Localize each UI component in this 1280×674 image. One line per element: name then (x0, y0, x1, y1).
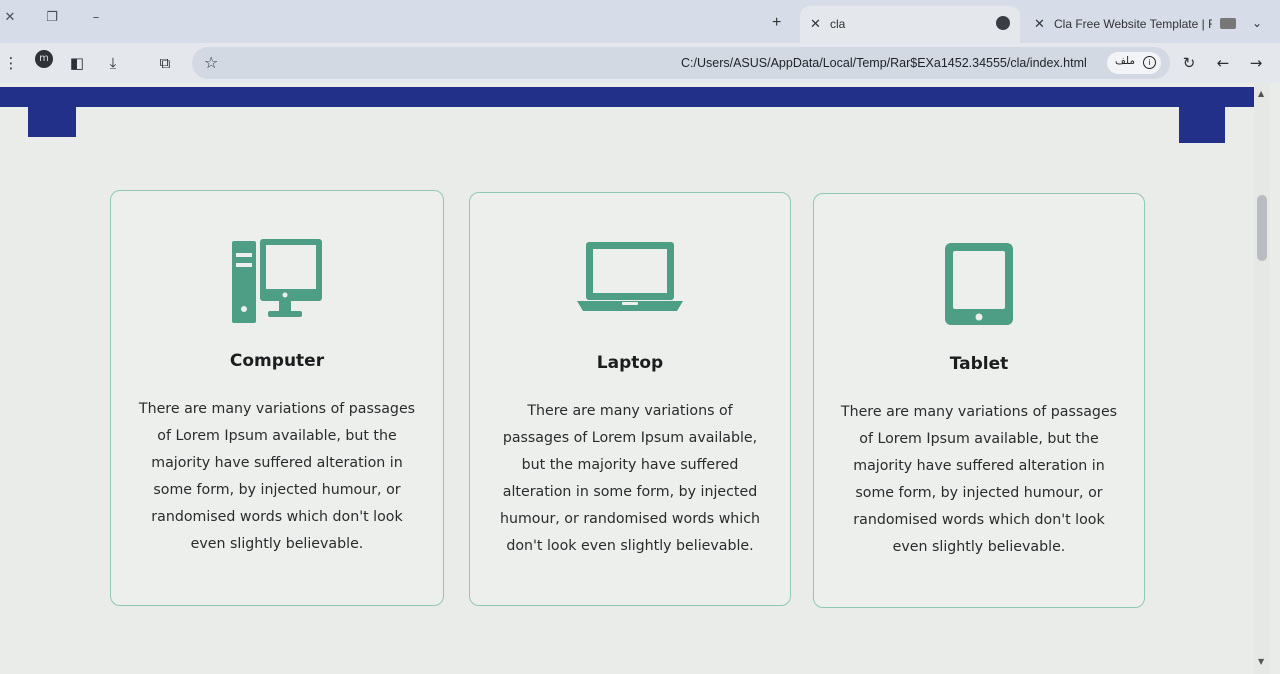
address-bar[interactable]: ☆ C:/Users/ASUS/AppData/Local/Temp/Rar$E… (192, 47, 1170, 79)
url-text[interactable]: C:/Users/ASUS/AppData/Local/Temp/Rar$EXa… (681, 56, 1087, 70)
chevron-down-icon[interactable]: ⌄ (1252, 16, 1262, 30)
tab-cla[interactable]: ✕ cla (800, 6, 1020, 43)
avatar[interactable]: m (35, 50, 53, 68)
site-info-chip[interactable]: ملف i (1107, 52, 1161, 74)
header-bar (0, 87, 1262, 107)
forward-arrow-icon[interactable]: → (1245, 52, 1267, 74)
vertical-scrollbar[interactable]: ▲ ▼ (1254, 83, 1270, 674)
card-description: There are many variations of passages of… (840, 404, 1118, 555)
download-icon[interactable]: ⤓ (102, 52, 124, 74)
window-close-icon[interactable]: ✕ (0, 8, 20, 28)
scroll-thumb[interactable] (1257, 195, 1267, 261)
tab-strip: ✕ ❐ – + ✕ cla ✕ Cla Free Website Templat… (0, 0, 1280, 43)
card-description: There are many variations of passages of… (138, 401, 416, 552)
card-laptop: Laptop There are many variations of pass… (469, 192, 791, 606)
card-description: There are many variations of passages of… (499, 403, 761, 554)
tab-cla-template[interactable]: ✕ Cla Free Website Template | Fre (1026, 6, 1246, 43)
bookmark-star-icon[interactable]: ☆ (204, 53, 218, 72)
tab-title: cla (830, 17, 846, 31)
extensions-icon[interactable]: ⧉ (154, 52, 176, 74)
card-tablet: Tablet There are many variations of pass… (813, 193, 1145, 608)
tab-close-icon[interactable]: ✕ (1034, 16, 1045, 32)
card-computer: Computer There are many variations of pa… (110, 190, 444, 606)
sidebar-icon[interactable]: ◧ (66, 52, 88, 74)
toolbar: ⋮ m ◧ ⤓ ⧉ ☆ C:/Users/ASUS/AppData/Local/… (0, 43, 1280, 83)
laptop-icon (470, 241, 790, 331)
menu-dots-icon[interactable]: ⋮ (0, 52, 22, 74)
tab-title: Cla Free Website Template | Fre (1054, 17, 1212, 31)
card-title: Tablet (949, 354, 1009, 374)
card-title: Computer (229, 351, 325, 371)
header-block-right (1179, 87, 1225, 143)
scroll-up-icon[interactable]: ▲ (1258, 89, 1264, 98)
window-minimize-icon[interactable]: – (86, 8, 106, 28)
favicon-icon (1220, 18, 1236, 29)
card-title: Laptop (596, 353, 664, 373)
scroll-down-icon[interactable]: ▼ (1258, 657, 1264, 666)
window-restore-icon[interactable]: ❐ (42, 8, 62, 28)
tab-close-icon[interactable]: ✕ (810, 16, 821, 32)
page-viewport: Computer There are many variations of pa… (0, 83, 1280, 674)
back-arrow-icon[interactable]: ← (1212, 52, 1234, 74)
globe-icon (996, 16, 1010, 30)
file-label: ملف (1115, 55, 1135, 67)
desktop-computer-icon (111, 239, 443, 329)
tablet-icon (814, 242, 1144, 332)
reload-icon[interactable]: ↻ (1178, 52, 1200, 74)
header-block-left (28, 87, 76, 137)
browser-window: ✕ ❐ – + ✕ cla ✕ Cla Free Website Templat… (0, 0, 1280, 674)
info-icon: i (1143, 56, 1156, 69)
new-tab-button[interactable]: + (772, 14, 781, 32)
